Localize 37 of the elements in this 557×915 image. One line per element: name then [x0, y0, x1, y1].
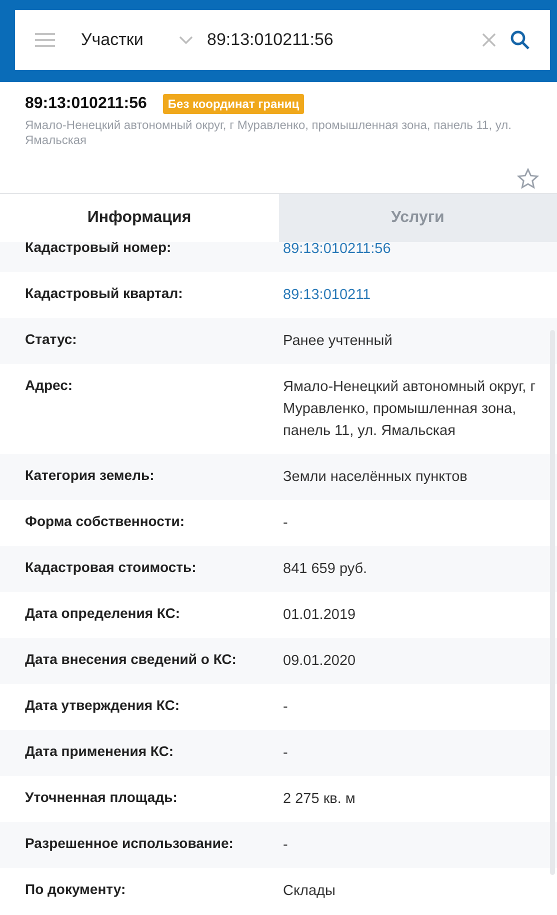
field-value: 2 275 кв. м: [283, 790, 356, 809]
chevron-down-icon[interactable]: [179, 36, 193, 44]
field-label: Дата внесения сведений о КС:: [25, 650, 238, 669]
field-label: Дата определения КС:: [25, 604, 182, 623]
field-value: -: [283, 744, 289, 763]
field-value: 09.01.2020: [283, 652, 357, 671]
field-link[interactable]: 89:13:010211: [283, 284, 539, 306]
field-value: 01.01.2019: [283, 606, 357, 625]
field-value: Земли населённых пунктов: [283, 468, 468, 487]
close-icon[interactable]: [482, 33, 496, 47]
field-value: Склады: [283, 882, 336, 901]
field-value: Ямало-Ненецкий автономный округ, г Муравленко, промышленная зона, панель 11, ул. Ямальская: [283, 378, 537, 441]
scrollbar[interactable]: [550, 330, 555, 875]
object-address: Ямало-Ненецкий автономный округ, г Муравленко, промышленная зона, панель 11, ул. Ямальская: [25, 118, 512, 148]
field-value: -: [283, 836, 289, 855]
field-label: Форма собственности:: [25, 512, 186, 531]
field-label: Дата утверждения КС:: [25, 696, 181, 715]
field-value: -: [283, 514, 289, 533]
star-icon[interactable]: [517, 168, 539, 189]
category-select[interactable]: Участки: [81, 30, 179, 50]
field-value: 841 659 руб.: [283, 560, 368, 579]
field-label: Дата применения КС:: [25, 742, 175, 761]
field-label: По документу:: [25, 880, 127, 899]
search-icon[interactable]: [510, 30, 530, 50]
field-label: Разрешенное использование:: [25, 834, 234, 853]
field-label: Уточненная площадь:: [25, 788, 178, 807]
field-label: Кадастровая стоимость:: [25, 558, 198, 577]
status-badge: Без координат границ: [162, 94, 304, 114]
menu-icon[interactable]: [35, 32, 55, 48]
object-title: 89:13:010211:56: [25, 95, 147, 113]
field-value: -: [283, 698, 289, 717]
field-label: Кадастровый квартал:: [25, 284, 184, 303]
field-value: Ранее учтенный: [283, 332, 394, 351]
field-link[interactable]: 89:13:010211:56: [283, 242, 539, 260]
field-label: Адрес:: [25, 376, 74, 395]
field-label: Категория земель:: [25, 466, 156, 485]
field-label: Статус:: [25, 330, 78, 349]
